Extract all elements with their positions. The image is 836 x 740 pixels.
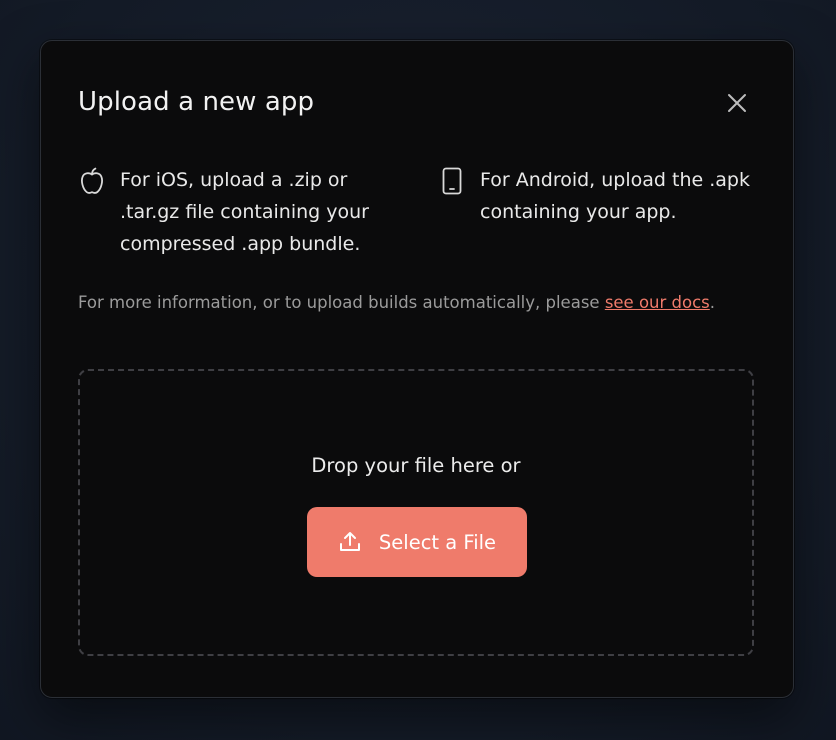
android-instructions-text: For Android, upload the .apk containing … — [480, 169, 750, 223]
ios-instructions-text: For iOS, upload a .zip or .tar.gz file c… — [120, 169, 369, 255]
close-button[interactable] — [725, 91, 749, 115]
close-icon — [728, 94, 746, 112]
ios-instructions: For iOS, upload a .zip or .tar.gz file c… — [78, 164, 398, 260]
modal-title: Upload a new app — [78, 87, 315, 117]
docs-info-prefix: For more information, or to upload build… — [78, 293, 605, 312]
phone-icon — [438, 167, 466, 197]
upload-app-modal: Upload a new app For iOS, upload a .zip … — [40, 40, 794, 698]
dropzone-prompt: Drop your file here or — [311, 454, 521, 477]
android-instructions: For Android, upload the .apk containing … — [438, 164, 768, 228]
select-file-button[interactable]: Select a File — [307, 507, 527, 577]
select-file-label: Select a File — [378, 530, 497, 554]
docs-link[interactable]: see our docs — [605, 293, 710, 312]
docs-info-suffix: . — [709, 293, 716, 312]
file-dropzone[interactable]: Drop your file here or Select a File — [78, 369, 754, 656]
docs-info-text: For more information, or to upload build… — [78, 290, 728, 316]
upload-icon — [338, 530, 362, 554]
apple-icon — [78, 167, 106, 197]
